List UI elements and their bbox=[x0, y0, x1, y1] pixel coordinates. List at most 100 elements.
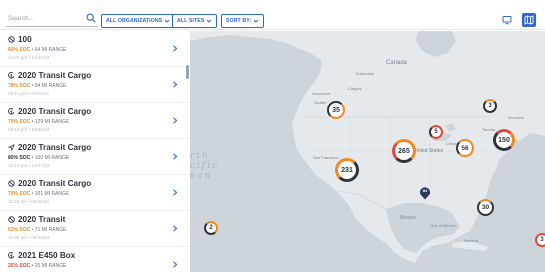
top-bar: ALL ORGANIZATIONS ALL SITES SORT BY: bbox=[0, 0, 545, 30]
vehicle-name: 2020 Transit Cargo bbox=[18, 179, 92, 188]
not-charging-icon bbox=[8, 216, 15, 223]
search-box[interactable] bbox=[6, 12, 98, 27]
cluster-marker[interactable]: 3 bbox=[535, 233, 545, 247]
map-label: Edmonton bbox=[356, 71, 375, 76]
cluster-count: 231 bbox=[341, 166, 353, 174]
map-icon bbox=[524, 15, 534, 25]
search-icon[interactable] bbox=[86, 13, 96, 23]
not-charging-icon bbox=[8, 36, 15, 43]
vehicle-name: 2021 E450 Box bbox=[18, 251, 76, 260]
range-value: 25 MI RANGE bbox=[34, 263, 67, 269]
map-label: Toronto bbox=[482, 127, 496, 132]
not-charging-icon bbox=[8, 180, 15, 187]
vehicle-list-item[interactable]: 2020 Transit Cargo 78% SOC • 94 MI RANGE… bbox=[0, 67, 190, 103]
cluster-count: 150 bbox=[498, 136, 510, 144]
timestamp: 03:19 pm • 10/30/23 bbox=[8, 127, 50, 132]
chevron-right-icon[interactable] bbox=[172, 45, 178, 52]
vehicle-name: 2020 Transit Cargo bbox=[18, 71, 92, 80]
cluster-marker[interactable]: 3 bbox=[483, 99, 497, 113]
cluster-marker[interactable]: 56 bbox=[456, 139, 474, 157]
cluster-count: 3 bbox=[488, 103, 492, 109]
cluster-marker[interactable]: 5 bbox=[429, 125, 443, 139]
vehicle-list-item[interactable]: 2020 Transit Cargo 80% SOC • 100 MI RANG… bbox=[0, 139, 190, 175]
fleet-map[interactable]: rth cific ean Canada Edmonton Calgary Va… bbox=[190, 31, 545, 272]
ocean-label-line: cific bbox=[190, 161, 220, 171]
vehicle-pin-marker[interactable]: 84 bbox=[419, 185, 431, 200]
soc-value: 70% SOC bbox=[8, 119, 31, 125]
map-label: Montreal bbox=[508, 115, 524, 120]
chevron-right-icon[interactable] bbox=[172, 225, 178, 232]
soc-value: 78% SOC bbox=[8, 83, 31, 89]
timestamp: 12:07 pm • 12/07/23 bbox=[8, 55, 50, 60]
sort-by-label: SORT BY: bbox=[226, 18, 252, 24]
range-value: 64 MI RANGE bbox=[34, 47, 67, 53]
cluster-marker[interactable]: 150 bbox=[493, 129, 515, 151]
map-basemap bbox=[190, 31, 545, 272]
range-value: 129 MI RANGE bbox=[34, 119, 70, 125]
chevron-right-icon[interactable] bbox=[172, 153, 178, 160]
charging-icon bbox=[8, 72, 15, 79]
vehicle-list-item[interactable]: 2020 Transit Cargo 79% SOC • 101 MI RANG… bbox=[0, 175, 190, 211]
map-view-button[interactable] bbox=[522, 13, 536, 27]
range-value: 94 MI RANGE bbox=[34, 83, 67, 89]
vehicle-list-item[interactable]: 2020 Transit Cargo 70% SOC • 129 MI RANG… bbox=[0, 103, 190, 139]
charging-icon bbox=[8, 252, 15, 259]
chevron-down-icon bbox=[206, 19, 212, 23]
organizations-filter-label: ALL ORGANIZATIONS bbox=[106, 18, 163, 24]
vehicle-name: 2020 Transit Cargo bbox=[18, 107, 92, 116]
vehicle-list-item[interactable]: 100 60% SOC • 64 MI RANGE 12:07 pm • 12/… bbox=[0, 31, 190, 67]
sidebar-scrollbar[interactable] bbox=[186, 65, 189, 79]
range-value: 100 MI RANGE bbox=[34, 155, 70, 161]
cluster-marker[interactable]: 231 bbox=[335, 158, 359, 182]
cluster-marker[interactable]: 35 bbox=[327, 101, 345, 119]
cluster-count: 30 bbox=[481, 204, 490, 211]
soc-value: 60% SOC bbox=[8, 47, 31, 53]
ocean-label-line: rth bbox=[190, 151, 210, 161]
monitor-icon bbox=[502, 16, 512, 25]
soc-value: 25% SOC bbox=[8, 263, 31, 269]
map-label: Mexico bbox=[400, 215, 416, 221]
charging-icon bbox=[8, 108, 15, 115]
pin-label: 84 bbox=[422, 188, 428, 193]
map-label: Havana bbox=[464, 238, 478, 243]
chevron-right-icon[interactable] bbox=[172, 261, 178, 268]
cluster-count: 3 bbox=[540, 237, 544, 243]
cluster-marker[interactable]: 2 bbox=[204, 221, 218, 235]
sites-filter-label: ALL SITES bbox=[177, 18, 205, 24]
soc-value: 63% SOC bbox=[8, 227, 31, 233]
cluster-count: 56 bbox=[461, 144, 469, 152]
map-label: Vancouver bbox=[312, 91, 331, 96]
ocean-label-line: ean bbox=[190, 171, 213, 181]
organizations-filter[interactable]: ALL ORGANIZATIONS bbox=[101, 14, 176, 28]
timestamp: 11:15 am • 09/20/23 bbox=[8, 199, 49, 204]
map-label: Gulf of Mexico bbox=[430, 223, 456, 228]
map-label: United States bbox=[413, 148, 444, 154]
cluster-marker[interactable]: 30 bbox=[477, 199, 494, 216]
chevron-right-icon[interactable] bbox=[172, 81, 178, 88]
cluster-marker[interactable]: 265 bbox=[392, 139, 416, 163]
map-label: Canada bbox=[386, 60, 408, 66]
cluster-count: 265 bbox=[398, 147, 410, 155]
timestamp: 10:39 am • 05/24/23 bbox=[8, 235, 50, 240]
chevron-down-icon bbox=[253, 19, 259, 23]
sort-by-dropdown[interactable]: SORT BY: bbox=[221, 14, 265, 28]
sites-filter[interactable]: ALL SITES bbox=[172, 14, 218, 28]
map-label: Calgary bbox=[348, 86, 362, 91]
range-value: 71 MI RANGE bbox=[34, 227, 67, 233]
timestamp: 12:13 pm • 12/07/23 bbox=[8, 163, 50, 168]
search-input[interactable] bbox=[8, 12, 82, 25]
soc-value: 80% SOC bbox=[8, 155, 31, 161]
vehicle-list-item[interactable]: 2020 Transit 63% SOC • 71 MI RANGE 10:39… bbox=[0, 211, 190, 247]
vehicle-name: 100 bbox=[18, 35, 32, 44]
list-view-button[interactable] bbox=[500, 13, 514, 27]
chevron-down-icon bbox=[164, 19, 170, 23]
vehicle-name: 2020 Transit bbox=[18, 215, 66, 224]
map-label: Seattle bbox=[314, 100, 327, 105]
chevron-right-icon[interactable] bbox=[172, 189, 178, 196]
vehicle-list-item[interactable]: 2021 E450 Box 25% SOC • 25 MI RANGE bbox=[0, 247, 190, 272]
soc-value: 79% SOC bbox=[8, 191, 31, 197]
chevron-right-icon[interactable] bbox=[172, 117, 178, 124]
driving-icon bbox=[8, 144, 15, 151]
timestamp: 03:11 pm • 10/30/23 bbox=[8, 91, 49, 96]
cluster-count: 2 bbox=[209, 225, 213, 231]
